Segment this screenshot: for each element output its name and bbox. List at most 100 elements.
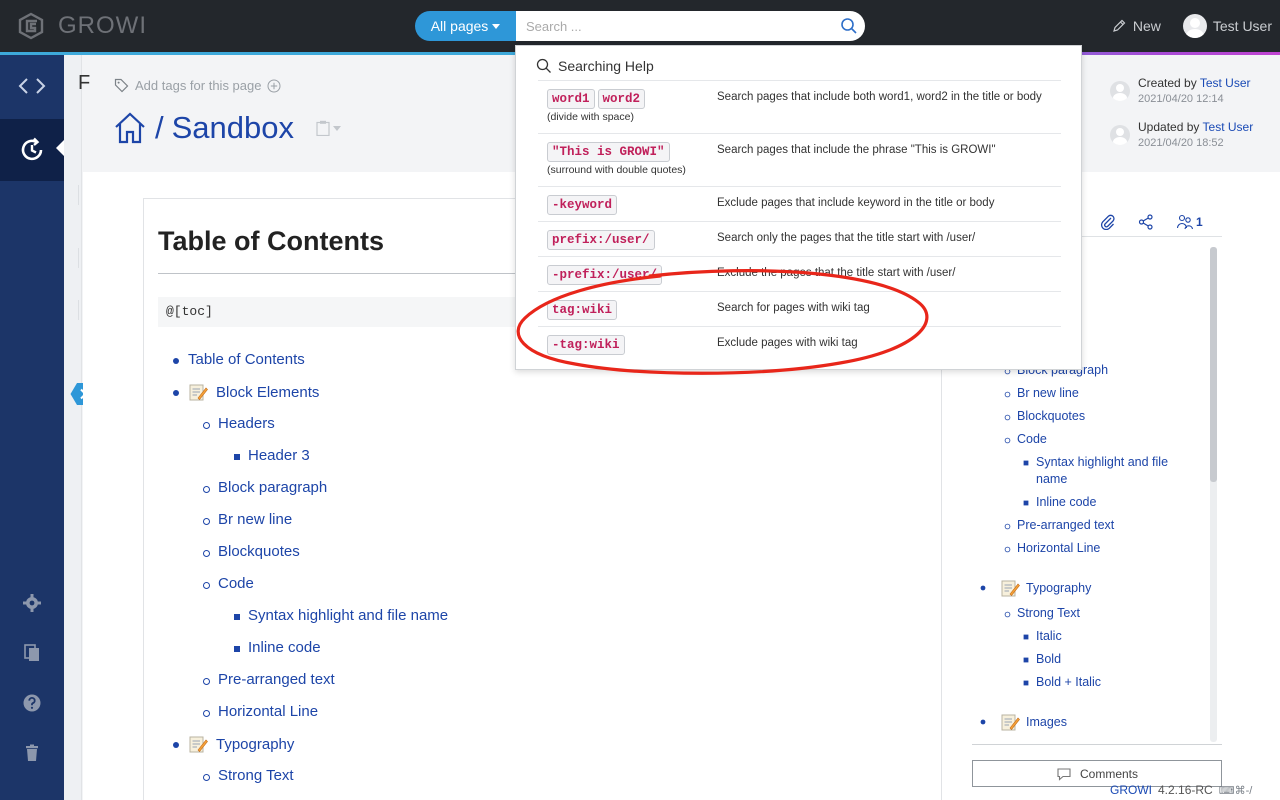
- sidebar-trash-button[interactable]: [20, 741, 44, 765]
- search-help-row: "This is GROWI" (surround with double quo…: [538, 133, 1061, 186]
- created-by-info: Created by Test User 2021/04/20 12:14: [1110, 76, 1251, 105]
- search-help-keywords: prefix:/user/: [547, 230, 655, 250]
- page-toolbar: 1: [1080, 207, 1222, 237]
- copy-path-dropdown[interactable]: [316, 120, 342, 136]
- search-help-description: Search only the pages that the title sta…: [717, 232, 976, 244]
- toc-link[interactable]: Block Elements: [188, 383, 319, 401]
- search-help-description: Exclude the pages that the title start w…: [717, 267, 956, 279]
- toc-link[interactable]: Inline code: [248, 639, 321, 656]
- side-toc-link-label: Pre-arranged text: [1017, 518, 1115, 532]
- pages-icon: [24, 644, 39, 661]
- toc-bullet: [234, 646, 240, 652]
- toc-link-label: Block Elements: [216, 383, 320, 401]
- updated-date: 2021/04/20 18:52: [1138, 137, 1224, 149]
- search-help-row: -tag:wiki Exclude pages with wiki tag: [538, 326, 1061, 361]
- keyboard-icon: ⌨: [1218, 784, 1235, 797]
- toc-link[interactable]: Pre-arranged text: [218, 671, 335, 688]
- search-help-row: -prefix:/user/Exclude the pages that the…: [538, 256, 1061, 291]
- search-keyword-example: tag:wiki: [547, 300, 618, 320]
- side-toc-link[interactable]: Pre-arranged text: [1017, 517, 1114, 534]
- side-toc-link[interactable]: Bold: [1036, 651, 1061, 668]
- sidebar-recent-changes-button[interactable]: [0, 119, 64, 181]
- search-scope-dropdown[interactable]: All pages: [415, 11, 516, 41]
- sidebar-settings-button[interactable]: [20, 591, 44, 615]
- search-help-title: Searching Help: [558, 58, 654, 74]
- side-toc-link[interactable]: Syntax highlight and file name: [1036, 454, 1186, 488]
- side-toc-bullet: [1023, 680, 1029, 686]
- header-partial-text: F: [78, 72, 91, 94]
- search-icon[interactable]: [840, 17, 858, 35]
- rail-divider: [78, 300, 79, 320]
- side-toc-link[interactable]: Code: [1017, 431, 1047, 448]
- search-input[interactable]: [516, 11, 865, 41]
- updated-user-link[interactable]: Test User: [1203, 120, 1254, 134]
- toc-link[interactable]: Header 3: [248, 447, 310, 464]
- gear-icon: [23, 594, 41, 612]
- sidebar-pages-button[interactable]: [20, 641, 44, 665]
- side-toc-link-label: Horizontal Line: [1017, 541, 1101, 555]
- toc-link-label: Headers: [218, 415, 275, 432]
- search-help-description: Search pages that include both word1, wo…: [717, 91, 1042, 103]
- side-toc-bullet: [980, 585, 986, 591]
- shortcut-hint[interactable]: ⌨⌘-/: [1219, 784, 1253, 797]
- toc-link[interactable]: Table of Contents: [188, 351, 305, 368]
- toc-link[interactable]: Code: [218, 575, 254, 592]
- side-toc-link-label: Syntax highlight and file name: [1036, 455, 1169, 486]
- user-menu[interactable]: Test User: [1182, 14, 1272, 38]
- comments-label: Comments: [1079, 766, 1138, 781]
- side-toc-link[interactable]: Bold + Italic: [1036, 674, 1101, 691]
- updated-by-info: Updated by Test User 2021/04/20 18:52: [1110, 120, 1253, 149]
- side-toc-link[interactable]: Blockquotes: [1017, 408, 1085, 425]
- page-path: / Sandbox: [113, 108, 342, 148]
- version-brand[interactable]: GROWI: [1110, 783, 1152, 797]
- side-toc-link[interactable]: Strong Text: [1017, 605, 1080, 622]
- side-toc-link[interactable]: Images: [1000, 713, 1067, 731]
- side-toc-link[interactable]: Inline code: [1036, 494, 1096, 511]
- toc-link[interactable]: Syntax highlight and file name: [248, 607, 448, 624]
- memo-icon: [1001, 580, 1020, 597]
- side-toc-bullet: [1004, 523, 1011, 530]
- plus-circle-icon: [267, 79, 281, 92]
- toc-link[interactable]: Block paragraph: [218, 479, 327, 496]
- add-tags-link[interactable]: Add tags for this page: [114, 78, 281, 93]
- paperclip-icon[interactable]: [1100, 214, 1116, 230]
- side-toc-bullet: [1023, 634, 1029, 640]
- toc-link[interactable]: Br new line: [218, 511, 292, 528]
- search-help-description: Search for pages with wiki tag: [717, 302, 870, 314]
- brand-link[interactable]: GROWI: [16, 10, 147, 42]
- toc-link[interactable]: Headers: [218, 415, 275, 432]
- search-keyword-example: prefix:/user/: [547, 230, 655, 250]
- search-help-row: tag:wiki Search for pages with wiki tag: [538, 291, 1061, 326]
- pencil-icon: [1112, 19, 1126, 32]
- toc-heading: Table of Contents: [158, 226, 384, 256]
- share-icon[interactable]: [1138, 213, 1154, 230]
- side-toc-bullet: [1023, 657, 1029, 663]
- memo-icon: [189, 384, 208, 401]
- toc-link[interactable]: Typography: [188, 735, 294, 753]
- sidebar-help-button[interactable]: [20, 691, 44, 715]
- side-toc-link[interactable]: Horizontal Line: [1017, 540, 1100, 557]
- page-title-link[interactable]: Sandbox: [172, 110, 294, 146]
- toc-bullet: [203, 550, 210, 557]
- side-toc-bullet: [1004, 414, 1011, 421]
- toc-link[interactable]: Blockquotes: [218, 543, 300, 560]
- side-toc-link[interactable]: Italic: [1036, 628, 1062, 645]
- toc-link[interactable]: Horizontal Line: [218, 703, 318, 720]
- side-toc-scroll-thumb[interactable]: [1210, 247, 1217, 482]
- seen-users-button[interactable]: 1: [1176, 214, 1203, 230]
- rail-divider: [78, 248, 79, 268]
- side-toc-link[interactable]: Typography: [1000, 579, 1091, 597]
- side-toc-link[interactable]: Br new line: [1017, 385, 1079, 402]
- help-icon: [23, 694, 41, 712]
- search-keyword-example: -keyword: [547, 195, 618, 215]
- home-icon[interactable]: [113, 111, 147, 145]
- sidebar-custom-sidebar-button[interactable]: [0, 55, 64, 117]
- add-tags-label: Add tags for this page: [135, 78, 262, 93]
- search-keyword-example: word2: [597, 89, 646, 109]
- created-user-link[interactable]: Test User: [1200, 76, 1251, 90]
- toc-link-label: Block paragraph: [218, 479, 328, 496]
- side-toc-bullet: [980, 719, 986, 725]
- toc-bullet: [173, 742, 179, 748]
- toc-link[interactable]: Strong Text: [218, 767, 294, 784]
- new-page-button[interactable]: New: [1111, 18, 1161, 34]
